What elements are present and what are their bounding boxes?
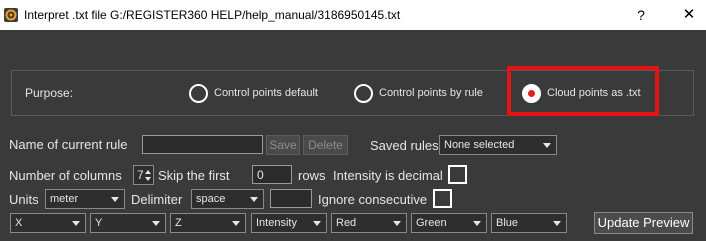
column-6-dropdown[interactable]: Green (411, 213, 487, 233)
update-preview-button[interactable]: Update Preview (594, 212, 693, 234)
chevron-down-icon (473, 221, 481, 226)
rule-name-label: Name of current rule (9, 137, 128, 152)
units-label: Units (9, 192, 39, 207)
saved-rules-value: None selected (444, 139, 515, 151)
chevron-down-icon (313, 221, 321, 226)
column-5-value: Red (336, 217, 357, 229)
chevron-down-icon (553, 221, 561, 226)
help-button[interactable]: ? (630, 5, 652, 25)
title-bar: Interpret .txt file G:/REGISTER360 HELP/… (0, 0, 706, 30)
spin-down-icon[interactable] (145, 177, 151, 181)
intensity-decimal-label: Intensity is decimal (333, 168, 443, 183)
columns-spinbox[interactable]: 7 (133, 165, 154, 185)
column-1-value: X (15, 217, 23, 229)
delete-button[interactable]: Delete (303, 135, 348, 155)
column-5-dropdown[interactable]: Red (331, 213, 407, 233)
rows-label: rows (298, 168, 326, 183)
chevron-down-icon (152, 221, 160, 226)
radio-control-points-by-rule[interactable]: Control points by rule (354, 80, 483, 106)
saved-rules-dropdown[interactable]: None selected (439, 135, 557, 155)
delimiter-value: space (196, 193, 226, 205)
delimiter-label: Delimiter (131, 192, 183, 207)
spin-up-icon[interactable] (145, 170, 151, 174)
chevron-down-icon (250, 197, 258, 202)
units-value: meter (50, 193, 79, 205)
chevron-down-icon (111, 197, 119, 202)
column-3-dropdown[interactable]: Z (170, 213, 246, 233)
app-logo-icon (4, 8, 18, 22)
column-1-dropdown[interactable]: X (10, 213, 86, 233)
column-4-dropdown[interactable]: Intensity (251, 213, 327, 233)
save-button[interactable]: Save (266, 135, 300, 155)
skip-label: Skip the first (158, 168, 230, 183)
delimiter-custom-input[interactable] (270, 189, 312, 208)
close-button[interactable]: ✕ (678, 5, 700, 25)
chevron-down-icon (393, 221, 401, 226)
radio-label: Control points by rule (379, 87, 483, 99)
saved-rules-label: Saved rules (370, 138, 439, 153)
column-2-dropdown[interactable]: Y (90, 213, 166, 233)
radio-button-icon[interactable] (189, 83, 208, 103)
column-7-dropdown[interactable]: Blue (491, 213, 567, 233)
radio-control-points-default[interactable]: Control points default (189, 80, 318, 106)
highlight-annotation (507, 66, 659, 116)
radio-label: Control points default (214, 87, 318, 99)
column-2-value: Y (95, 217, 103, 229)
column-6-value: Green (416, 217, 447, 229)
chevron-down-icon (543, 143, 551, 148)
column-4-value: Intensity (256, 217, 297, 229)
rule-name-input[interactable] (142, 135, 263, 154)
chevron-down-icon (72, 221, 80, 226)
radio-button-icon[interactable] (354, 83, 373, 103)
columns-value: 7 (137, 168, 144, 182)
columns-label: Number of columns (9, 168, 122, 183)
units-dropdown[interactable]: meter (45, 189, 125, 209)
ignore-consecutive-label: Ignore consecutive (318, 192, 428, 207)
column-7-value: Blue (496, 217, 519, 229)
delimiter-dropdown[interactable]: space (191, 189, 264, 209)
chevron-down-icon (232, 221, 240, 226)
purpose-label: Purpose: (25, 86, 74, 100)
window-title: Interpret .txt file G:/REGISTER360 HELP/… (24, 8, 401, 22)
column-3-value: Z (175, 217, 182, 229)
intensity-decimal-checkbox[interactable] (448, 165, 467, 184)
ignore-consecutive-checkbox[interactable] (433, 189, 452, 208)
purpose-group: Purpose: Control points default Control … (11, 66, 694, 116)
skip-rows-input[interactable]: 0 (252, 165, 292, 184)
